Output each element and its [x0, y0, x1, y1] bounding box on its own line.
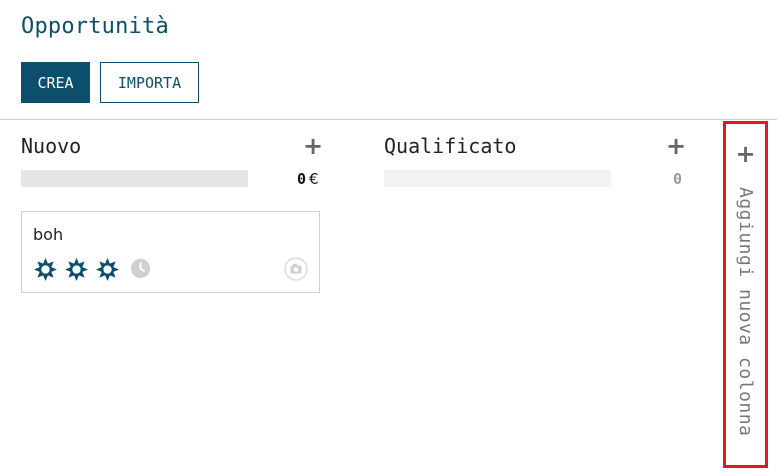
camera-icon[interactable] — [284, 257, 308, 281]
card-title: boh — [33, 225, 64, 244]
page-title: Opportunità — [21, 14, 169, 39]
star-icon[interactable] — [95, 257, 120, 282]
add-column-button[interactable]: + Aggiungi nuova colonna — [723, 121, 768, 468]
column-add-icon[interactable]: + — [303, 132, 323, 160]
add-column-plus-icon: + — [735, 140, 756, 168]
column-title: Nuovo — [21, 134, 82, 158]
column-total: 0 — [673, 170, 682, 188]
column-title: Qualificato — [384, 134, 517, 158]
star-icon[interactable] — [33, 257, 58, 282]
priority-stars[interactable] — [33, 257, 120, 282]
add-column-label: Aggiungi nuova colonna — [735, 187, 756, 437]
opportunity-card[interactable]: boh — [21, 211, 320, 293]
column-progress-bar — [21, 170, 248, 187]
star-icon[interactable] — [64, 257, 89, 282]
import-button[interactable]: IMPORTA — [100, 62, 199, 103]
column-total-value: 0 — [673, 170, 683, 188]
column-total: 0 € — [297, 170, 319, 188]
clock-icon[interactable] — [130, 258, 151, 279]
header-divider — [0, 119, 777, 120]
column-add-icon[interactable]: + — [666, 132, 686, 160]
column-total-value: 0 — [297, 170, 307, 188]
column-currency: € — [309, 170, 319, 188]
create-button[interactable]: CREA — [21, 62, 90, 103]
column-progress-bar — [384, 170, 611, 187]
